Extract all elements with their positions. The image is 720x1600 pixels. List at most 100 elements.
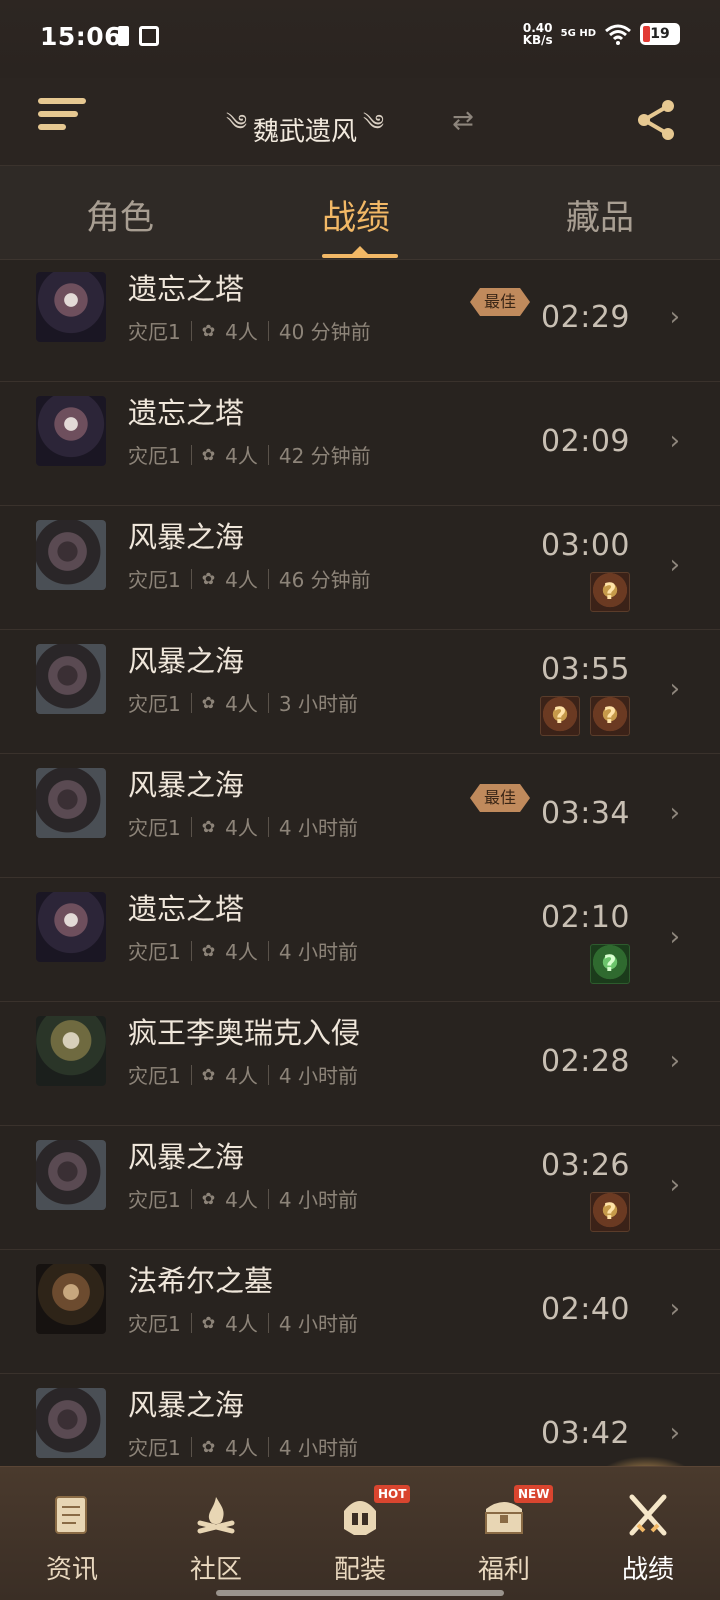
- character-selector[interactable]: ༄ 魏武遗风 ༄: [226, 98, 384, 160]
- divider: [190, 940, 192, 961]
- nav-welfare[interactable]: NEW 福利: [432, 1467, 576, 1600]
- difficulty-label: 灾厄1: [128, 320, 181, 344]
- nav-community[interactable]: 社区: [144, 1467, 288, 1600]
- flourish-left-icon: ༄: [226, 111, 248, 136]
- record-row[interactable]: 遗忘之塔 灾厄1 ✿ 4人 42 分钟前 02:09 ›: [0, 382, 720, 506]
- nav-news[interactable]: 资讯: [0, 1467, 144, 1600]
- dungeon-name: 风暴之海: [128, 1140, 245, 1174]
- menu-icon[interactable]: [38, 98, 86, 138]
- divider: [267, 940, 269, 961]
- record-ago: 40 分钟前: [278, 320, 371, 344]
- divider: [267, 568, 269, 589]
- drops: ?: [590, 572, 630, 612]
- party-icon: ✿: [201, 941, 216, 960]
- record-row[interactable]: 风暴之海 灾厄1 ✿ 4人 4 小时前 03:42 ›: [0, 1374, 720, 1466]
- chevron-right-icon: ›: [669, 302, 680, 332]
- tab-collection[interactable]: 藏品: [566, 190, 634, 239]
- record-meta: 灾厄1 ✿ 4人 42 分钟前: [128, 440, 371, 469]
- party-size: 4人: [225, 1436, 258, 1460]
- difficulty-label: 灾厄1: [128, 1312, 181, 1336]
- dungeon-name: 风暴之海: [128, 768, 245, 802]
- dungeon-name: 风暴之海: [128, 644, 245, 678]
- chevron-right-icon: ›: [669, 1418, 680, 1448]
- record-meta: 灾厄1 ✿ 4人 4 小时前: [128, 936, 358, 965]
- tab-bar: 角色 战绩 藏品: [0, 166, 720, 260]
- nav-label: 资讯: [45, 1555, 98, 1585]
- record-row[interactable]: 风暴之海 灾厄1 ✿ 4人 4 小时前 最佳 03:34 ›: [0, 754, 720, 878]
- loot-drop-icon[interactable]: ?: [540, 696, 580, 736]
- divider: [190, 320, 192, 341]
- record-row[interactable]: 风暴之海 灾厄1 ✿ 4人 4 小时前 03:26? ›: [0, 1126, 720, 1250]
- record-row[interactable]: 风暴之海 灾厄1 ✿ 4人 3 小时前 03:55?? ›: [0, 630, 720, 754]
- loot-drop-icon[interactable]: ?: [590, 696, 630, 736]
- wifi-icon: [605, 24, 631, 45]
- divider: [190, 1312, 192, 1333]
- divider: [267, 1436, 269, 1457]
- dungeon-thumbnail: [36, 1388, 106, 1458]
- dungeon-thumbnail: [36, 1140, 106, 1210]
- record-meta: 灾厄1 ✿ 4人 40 分钟前: [128, 316, 371, 345]
- chevron-right-icon: ›: [669, 922, 680, 952]
- home-indicator[interactable]: [216, 1590, 504, 1596]
- clear-time: 02:28: [541, 1044, 630, 1079]
- tab-characters[interactable]: 角色: [86, 190, 154, 239]
- clear-time: 02:09: [541, 424, 630, 459]
- nav-records[interactable]: 战绩: [576, 1467, 720, 1600]
- divider: [267, 816, 269, 837]
- party-size: 4人: [225, 444, 258, 468]
- tab-records[interactable]: 战绩: [322, 190, 390, 239]
- party-size: 4人: [225, 568, 258, 592]
- best-badge: 最佳: [470, 784, 530, 812]
- clear-time: 03:55: [541, 652, 630, 687]
- record-meta: 灾厄1 ✿ 4人 4 小时前: [128, 1060, 358, 1089]
- divider: [190, 1188, 192, 1209]
- divider: [190, 568, 192, 589]
- nav-label: 配装: [333, 1555, 386, 1585]
- records-list[interactable]: 遗忘之塔 灾厄1 ✿ 4人 40 分钟前 最佳 02:29 › 遗忘之塔 灾厄1 ✿ …: [0, 260, 720, 1466]
- divider: [190, 444, 192, 465]
- loot-drop-icon[interactable]: ?: [590, 572, 630, 612]
- active-tab-caret: [352, 246, 368, 254]
- record-row[interactable]: 疯王李奥瑞克入侵 灾厄1 ✿ 4人 4 小时前 02:28 ›: [0, 1002, 720, 1126]
- party-icon: ✿: [201, 321, 216, 340]
- best-badge: 最佳: [470, 288, 530, 316]
- dungeon-thumbnail: [36, 520, 106, 590]
- party-icon: ✿: [201, 1437, 216, 1456]
- nav-build[interactable]: HOT 配装: [288, 1467, 432, 1600]
- campfire-icon: [197, 1497, 235, 1534]
- network-speed: 0.40 KB/s: [522, 21, 553, 47]
- status-time: 15:06: [40, 22, 123, 51]
- loot-drop-icon[interactable]: ?: [590, 944, 630, 984]
- clear-time: 03:34: [541, 796, 630, 831]
- record-row[interactable]: 风暴之海 灾厄1 ✿ 4人 46 分钟前 03:00? ›: [0, 506, 720, 630]
- record-ago: 46 分钟前: [278, 568, 371, 592]
- party-icon: ✿: [201, 1313, 216, 1332]
- swap-icon[interactable]: ⇄: [452, 106, 474, 136]
- nav-label: 福利: [477, 1555, 530, 1585]
- chevron-right-icon: ›: [669, 426, 680, 456]
- record-meta: 灾厄1 ✿ 4人 4 小时前: [128, 812, 358, 841]
- difficulty-label: 灾厄1: [128, 816, 181, 840]
- dungeon-thumbnail: [36, 1264, 106, 1334]
- chevron-right-icon: ›: [669, 550, 680, 580]
- status-right: 0.40 KB/s 5G HD 19: [523, 22, 680, 46]
- drops: ?: [590, 944, 630, 984]
- chevron-right-icon: ›: [669, 1170, 680, 1200]
- divider: [190, 1436, 192, 1457]
- new-tag: NEW: [514, 1485, 554, 1503]
- dungeon-thumbnail: [36, 396, 106, 466]
- party-icon: ✿: [201, 1189, 216, 1208]
- divider: [267, 1188, 269, 1209]
- dungeon-name: 遗忘之塔: [128, 396, 245, 430]
- share-icon[interactable]: [636, 98, 676, 142]
- nav-label: 社区: [189, 1555, 242, 1585]
- dungeon-thumbnail: [36, 1016, 106, 1086]
- record-meta: 灾厄1 ✿ 4人 4 小时前: [128, 1308, 358, 1337]
- clear-time: 02:40: [541, 1292, 630, 1327]
- loot-drop-icon[interactable]: ?: [590, 1192, 630, 1232]
- difficulty-label: 灾厄1: [128, 1064, 181, 1088]
- record-row[interactable]: 遗忘之塔 灾厄1 ✿ 4人 4 小时前 02:10? ›: [0, 878, 720, 1002]
- record-row[interactable]: 遗忘之塔 灾厄1 ✿ 4人 40 分钟前 最佳 02:29 ›: [0, 260, 720, 382]
- record-row[interactable]: 法希尔之墓 灾厄1 ✿ 4人 4 小时前 02:40 ›: [0, 1250, 720, 1374]
- divider: [190, 816, 192, 837]
